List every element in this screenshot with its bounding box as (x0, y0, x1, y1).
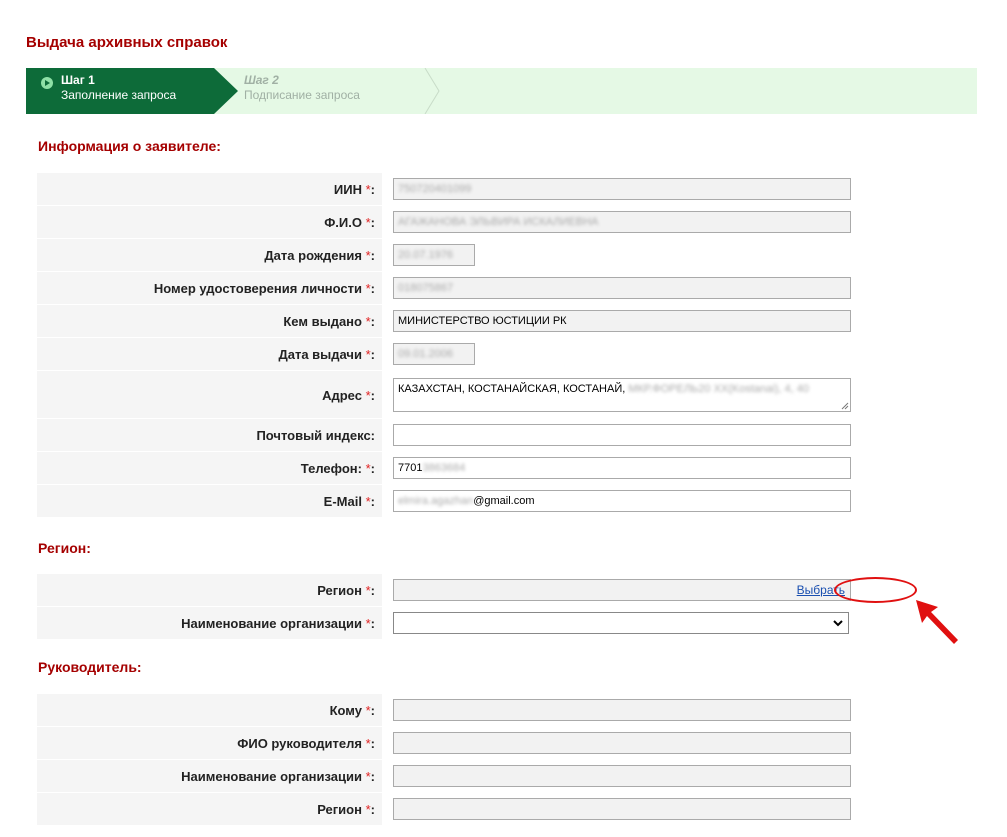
address-text: КАЗАХСТАН, КОСТАНАЙСКАЯ, КОСТАНАЙ, (398, 382, 626, 395)
iin-label: ИИН (333, 181, 362, 197)
step-separator-icon (424, 68, 440, 114)
issued-by-field[interactable]: МИНИСТЕРСТВО ЮСТИЦИИ РК (393, 310, 851, 332)
required-mark: * (365, 181, 371, 197)
required-mark: * (365, 801, 371, 817)
manager-org-field[interactable] (393, 765, 851, 787)
row-region: Регион *: Выбрать (37, 573, 938, 607)
region-field-wrap: Выбрать (393, 579, 851, 601)
birth-date-label: Дата рождения (264, 247, 362, 263)
required-mark: * (365, 313, 371, 329)
row-id-number: Номер удостоверения личности *: 01807586… (37, 271, 938, 305)
row-fio: Ф.И.О *: АГАЖАНОВА ЭЛЬВИРА ИСКАЛИЕВНА (37, 205, 938, 239)
section-region-title: Регион: (38, 540, 91, 556)
row-issue-date: Дата выдачи *: 09.01.2006 (37, 337, 938, 371)
organization-label: Наименование организации (181, 615, 362, 631)
row-phone: Телефон: *: 77013863684 (37, 451, 938, 485)
required-mark: * (365, 247, 371, 263)
step-1-text: Шаг 1 Заполнение запроса (61, 73, 176, 103)
phone-label: Телефон: (300, 460, 362, 476)
step-arrow-icon (41, 77, 53, 89)
row-to-whom: Кому *: (37, 693, 938, 727)
iin-field[interactable]: 750720401099 (393, 178, 851, 200)
organization-select[interactable] (393, 612, 849, 634)
id-number-field[interactable]: 018075867 (393, 277, 851, 299)
issue-date-label: Дата выдачи (278, 346, 362, 362)
required-mark: * (365, 460, 371, 476)
resize-handle-icon[interactable] (841, 402, 849, 410)
required-mark: * (365, 702, 371, 718)
postal-code-field[interactable] (393, 424, 851, 446)
row-postal-code: Почтовый индекс: (37, 418, 938, 452)
region-label: Регион (317, 582, 362, 598)
wizard-steps: Шаг 1 Заполнение запроса Шаг 2 Подписани… (26, 68, 977, 114)
row-address: Адрес *: КАЗАХСТАН, КОСТАНАЙСКАЯ, КОСТАН… (37, 370, 938, 419)
required-mark: * (365, 768, 371, 784)
to-whom-label: Кому (329, 702, 362, 718)
address-hidden-text: МКР.ФОРЕЛЬ20 ХХ(Kostanai), 4, 40 (628, 382, 809, 395)
row-organization: Наименование организации *: (37, 606, 938, 640)
manager-fio-field[interactable] (393, 732, 851, 754)
email-field[interactable]: elmira.agazhan@gmail.com (393, 490, 851, 512)
row-birth-date: Дата рождения *: 20.07.1976 (37, 238, 938, 272)
issue-date-field[interactable]: 09.01.2006 (393, 343, 475, 365)
required-mark: * (365, 346, 371, 362)
issued-by-label: Кем выдано (283, 313, 362, 329)
region-form: Регион *: Выбрать Наименование организац… (37, 573, 938, 640)
fio-field[interactable]: АГАЖАНОВА ЭЛЬВИРА ИСКАЛИЕВНА (393, 211, 851, 233)
manager-form: Кому *: ФИО руководителя *: Наименование… (37, 693, 938, 826)
email-label: E-Mail (323, 493, 362, 509)
required-mark: * (365, 615, 371, 631)
step-1-number: Шаг 1 (61, 73, 95, 87)
fio-label: Ф.И.О (324, 214, 362, 230)
required-mark: * (365, 493, 371, 509)
manager-fio-label: ФИО руководителя (237, 735, 362, 751)
required-mark: * (365, 280, 371, 296)
manager-org-label: Наименование организации (181, 768, 362, 784)
section-applicant-title: Информация о заявителе: (38, 138, 221, 154)
region-field[interactable] (393, 579, 851, 601)
required-mark: * (365, 388, 371, 403)
row-email: E-Mail *: elmira.agazhan@gmail.com (37, 484, 938, 518)
row-iin: ИИН *: 750720401099 (37, 172, 938, 206)
row-issued-by: Кем выдано *: МИНИСТЕРСТВО ЮСТИЦИИ РК (37, 304, 938, 338)
step-1-label: Заполнение запроса (61, 88, 177, 102)
red-arrow-icon (916, 600, 958, 644)
required-mark: * (365, 582, 371, 598)
row-manager-org: Наименование организации *: (37, 759, 938, 793)
id-number-label: Номер удостоверения личности (153, 280, 362, 296)
chevron-down-icon (833, 619, 843, 626)
to-whom-field[interactable] (393, 699, 851, 721)
required-mark: * (365, 735, 371, 751)
required-mark: * (365, 214, 371, 230)
step-2-text: Шаг 2 Подписание запроса (244, 73, 360, 103)
section-manager-title: Руководитель: (38, 659, 142, 675)
page-title: Выдача архивных справок (26, 34, 228, 51)
step-2-number: Шаг 2 (244, 73, 279, 87)
phone-field[interactable]: 77013863684 (393, 457, 851, 479)
address-label: Адрес (322, 388, 362, 403)
step-2-label: Подписание запроса (244, 88, 360, 102)
address-textarea[interactable]: КАЗАХСТАН, КОСТАНАЙСКАЯ, КОСТАНАЙ, МКР.Ф… (393, 377, 851, 412)
manager-region-field[interactable] (393, 798, 851, 820)
applicant-form: ИИН *: 750720401099 Ф.И.О *: АГАЖАНОВА Э… (37, 172, 938, 518)
birth-date-field[interactable]: 20.07.1976 (393, 244, 475, 266)
row-manager-fio: ФИО руководителя *: (37, 726, 938, 760)
postal-code-label: Почтовый индекс: (256, 427, 375, 443)
highlight-oval (834, 577, 917, 603)
manager-region-label: Регион (317, 801, 362, 817)
row-manager-region: Регион *: (37, 792, 938, 826)
